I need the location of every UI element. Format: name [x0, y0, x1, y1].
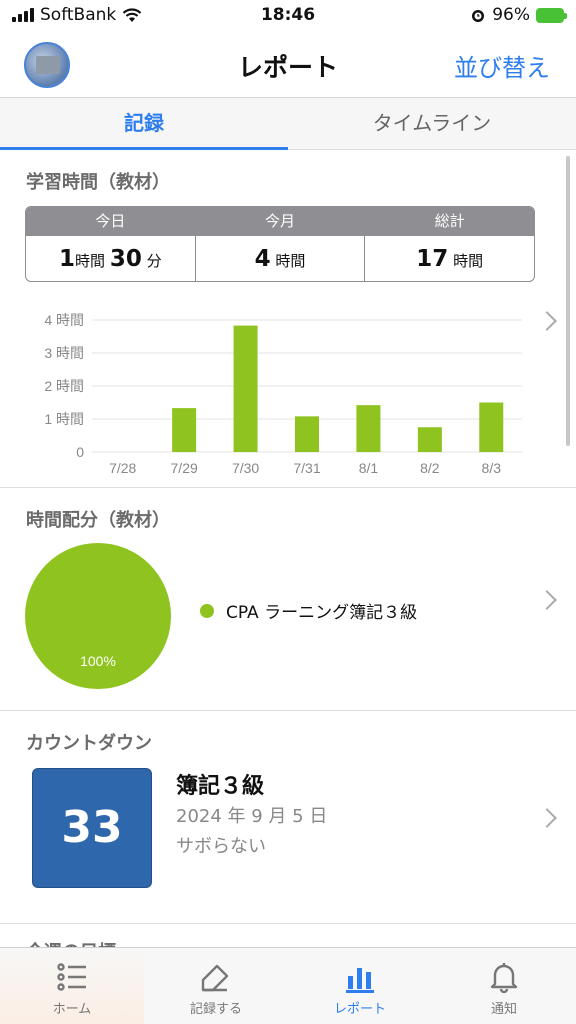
alarm-icon: [472, 10, 485, 22]
time-distribution-pie[interactable]: 100%: [24, 542, 172, 690]
nav-header: レポート 並び替え: [0, 32, 576, 98]
summary-month: 今月 4 時間: [195, 207, 366, 281]
bottom-tab-bar: ホーム 記録する レポート 通知: [0, 947, 576, 1024]
bell-icon: [490, 963, 518, 994]
tab-timeline[interactable]: タイムライン: [288, 98, 576, 149]
countdown-note: サボらない: [176, 836, 266, 857]
x-tick-label: 7/31: [293, 460, 320, 476]
countdown-days-box[interactable]: 33: [32, 768, 152, 888]
y-tick-label: 3 時間: [44, 345, 84, 361]
legend-label: CPA ラーニング簿記３級: [226, 603, 418, 623]
bar: [479, 402, 504, 452]
today-minutes: 30: [109, 246, 142, 272]
x-tick-label: 7/29: [171, 460, 198, 476]
bar: [356, 405, 381, 452]
y-tick-label: 0: [76, 444, 84, 460]
report-tabs: 記録 タイムライン: [0, 98, 576, 150]
tab-records[interactable]: 記録: [0, 98, 288, 150]
sort-button[interactable]: 並び替え: [454, 48, 550, 83]
countdown-chevron-right-icon[interactable]: [537, 808, 557, 828]
y-tick-label: 1 時間: [44, 411, 84, 427]
tabbar-home-label: ホーム: [52, 1002, 92, 1017]
divider: [0, 923, 576, 924]
summary-today: 今日 1時間 30 分: [26, 207, 196, 281]
daily-study-bar-chart[interactable]: 0 1 時間 2 時間 3 時間 4 時間 7/28 7/29 7/30 7/31 8/1 8/2 8…: [0, 300, 576, 485]
bar-chart-icon: [346, 968, 374, 993]
divider: [0, 710, 576, 711]
pie-slice-label: 100%: [80, 653, 116, 669]
bar: [172, 408, 197, 452]
summary-month-label: 今月: [195, 207, 365, 236]
x-tick-label: 8/2: [420, 460, 440, 476]
tabbar-record-label: 記録する: [189, 1002, 242, 1017]
x-tick-label: 7/30: [232, 460, 259, 476]
tabbar-notifications[interactable]: 通知: [432, 948, 576, 1024]
summary-today-label: 今日: [26, 207, 195, 236]
tabbar-notifications-label: 通知: [490, 1002, 517, 1017]
countdown-exam-name: 簿記３級: [176, 774, 265, 799]
tabbar-record[interactable]: 記録する: [144, 948, 288, 1024]
distribution-title: 時間配分（教材）: [26, 510, 170, 531]
bar: [233, 325, 258, 452]
month-hours: 4: [254, 246, 271, 272]
pencil-icon: [201, 964, 229, 992]
distribution-chevron-right-icon[interactable]: [537, 590, 557, 610]
total-hours: 17: [416, 246, 449, 272]
pie-legend: CPA ラーニング簿記３級: [200, 598, 417, 623]
legend-dot: [200, 603, 214, 618]
summary-total-label: 総計: [365, 207, 534, 236]
bar: [417, 427, 442, 452]
x-tick-label: 8/1: [359, 460, 379, 476]
tabbar-report-label: レポート: [333, 1002, 386, 1017]
today-hours: 1: [59, 246, 76, 272]
study-time-title: 学習時間（教材）: [26, 172, 170, 193]
x-tick-label: 7/28: [109, 460, 136, 476]
list-icon: [57, 963, 86, 991]
y-tick-label: 4 時間: [44, 312, 84, 328]
battery-icon: [536, 7, 567, 23]
x-tick-label: 8/3: [482, 460, 502, 476]
y-tick-label: 2 時間: [44, 378, 84, 394]
bar: [295, 416, 319, 452]
tabbar-report[interactable]: レポート: [288, 948, 432, 1024]
tabbar-home[interactable]: ホーム: [0, 948, 144, 1024]
summary-total: 総計 17 時間: [365, 207, 534, 281]
countdown-date: 2024 年 9 月 5 日: [176, 806, 328, 827]
status-bar: SoftBank 18:46 96%: [0, 0, 576, 32]
divider: [0, 487, 576, 488]
battery-percent: 96%: [492, 5, 530, 25]
countdown-title: カウントダウン: [26, 733, 152, 754]
study-summary-table: 今日 1時間 30 分 今月 4 時間 総計 17 時間: [25, 206, 535, 282]
